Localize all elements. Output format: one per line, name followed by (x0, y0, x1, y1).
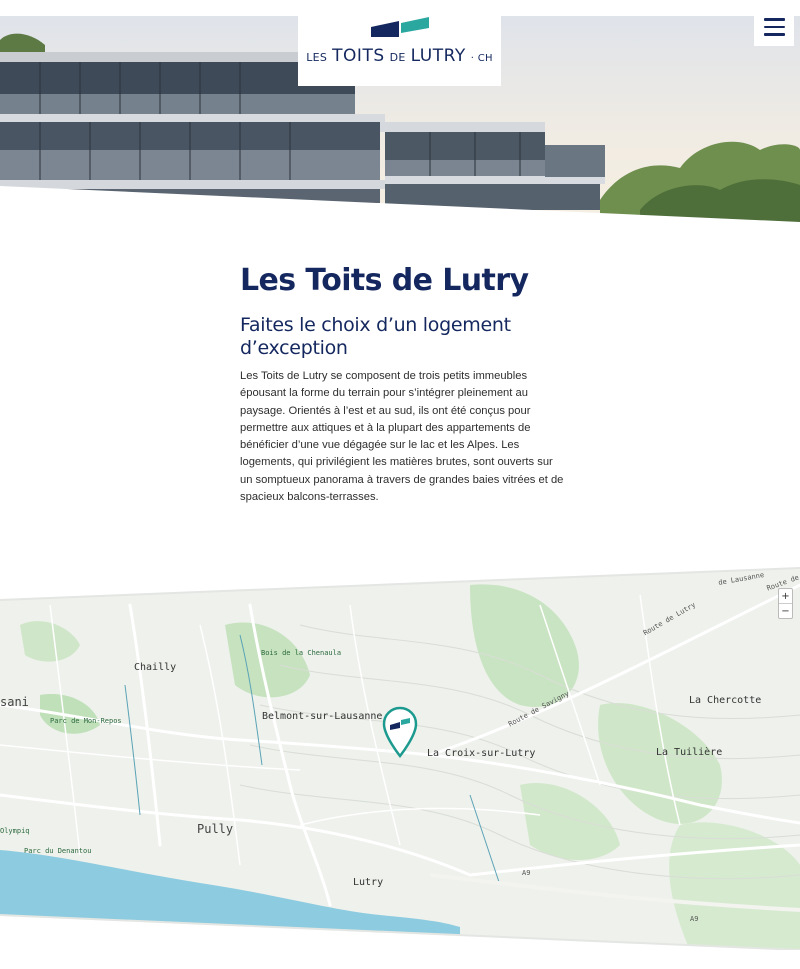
menu-bar (763, 25, 785, 29)
map-label-a9: A9 (522, 869, 531, 877)
menu-bar (763, 33, 785, 36)
zoom-in-button[interactable]: + (779, 589, 792, 603)
logo-de: DE (389, 51, 406, 64)
logo-lutry: LUTRY (410, 46, 466, 66)
map-label-bois: Bois de la Chenaula (261, 649, 342, 657)
hamburger-menu-icon[interactable] (754, 8, 794, 46)
map-label-chercotte: La Chercotte (689, 695, 762, 706)
logo-toits: TOITS (332, 46, 385, 66)
map-label-olympiq: Olympiq (0, 827, 30, 835)
site-logo[interactable]: LES TOITS DE LUTRY · CH (298, 0, 501, 86)
map-label-chailly: Chailly (134, 662, 177, 673)
logo-mark-icon (370, 17, 429, 39)
intro-section: Les Toits de Lutry Faites le choix d’un … (240, 262, 570, 506)
map-label-pully: Pully (197, 822, 234, 836)
map-label-belmont: Belmont-sur-Lausanne (262, 711, 383, 722)
map-label-lutry: Lutry (353, 877, 384, 888)
logo-wordmark: LES TOITS DE LUTRY · CH (306, 46, 493, 66)
logo-les: LES (306, 51, 328, 64)
map-label-parc-mon-repos: Parc de Mon-Repos (50, 717, 122, 725)
zoom-out-button[interactable]: − (779, 603, 792, 618)
menu-bar (763, 18, 785, 21)
map-label-tuiliere: La Tuilière (656, 747, 723, 758)
map-zoom-control[interactable]: + − (778, 588, 793, 619)
logo-tld: · CH (470, 53, 493, 64)
page-title: Les Toits de Lutry (240, 263, 529, 298)
map-label-lausanne: sani (0, 695, 29, 709)
map-label-a9: A9 (690, 915, 699, 923)
map-label-croix: La Croix-sur-Lutry (427, 748, 536, 759)
intro-paragraph: Les Toits de Lutry se composent de trois… (240, 370, 564, 504)
map-pin-icon[interactable] (382, 706, 418, 759)
page-subtitle: Faites le choix d’un logement d’exceptio… (240, 314, 511, 359)
map-label-parc-denantou: Parc du Denantou (24, 847, 92, 855)
